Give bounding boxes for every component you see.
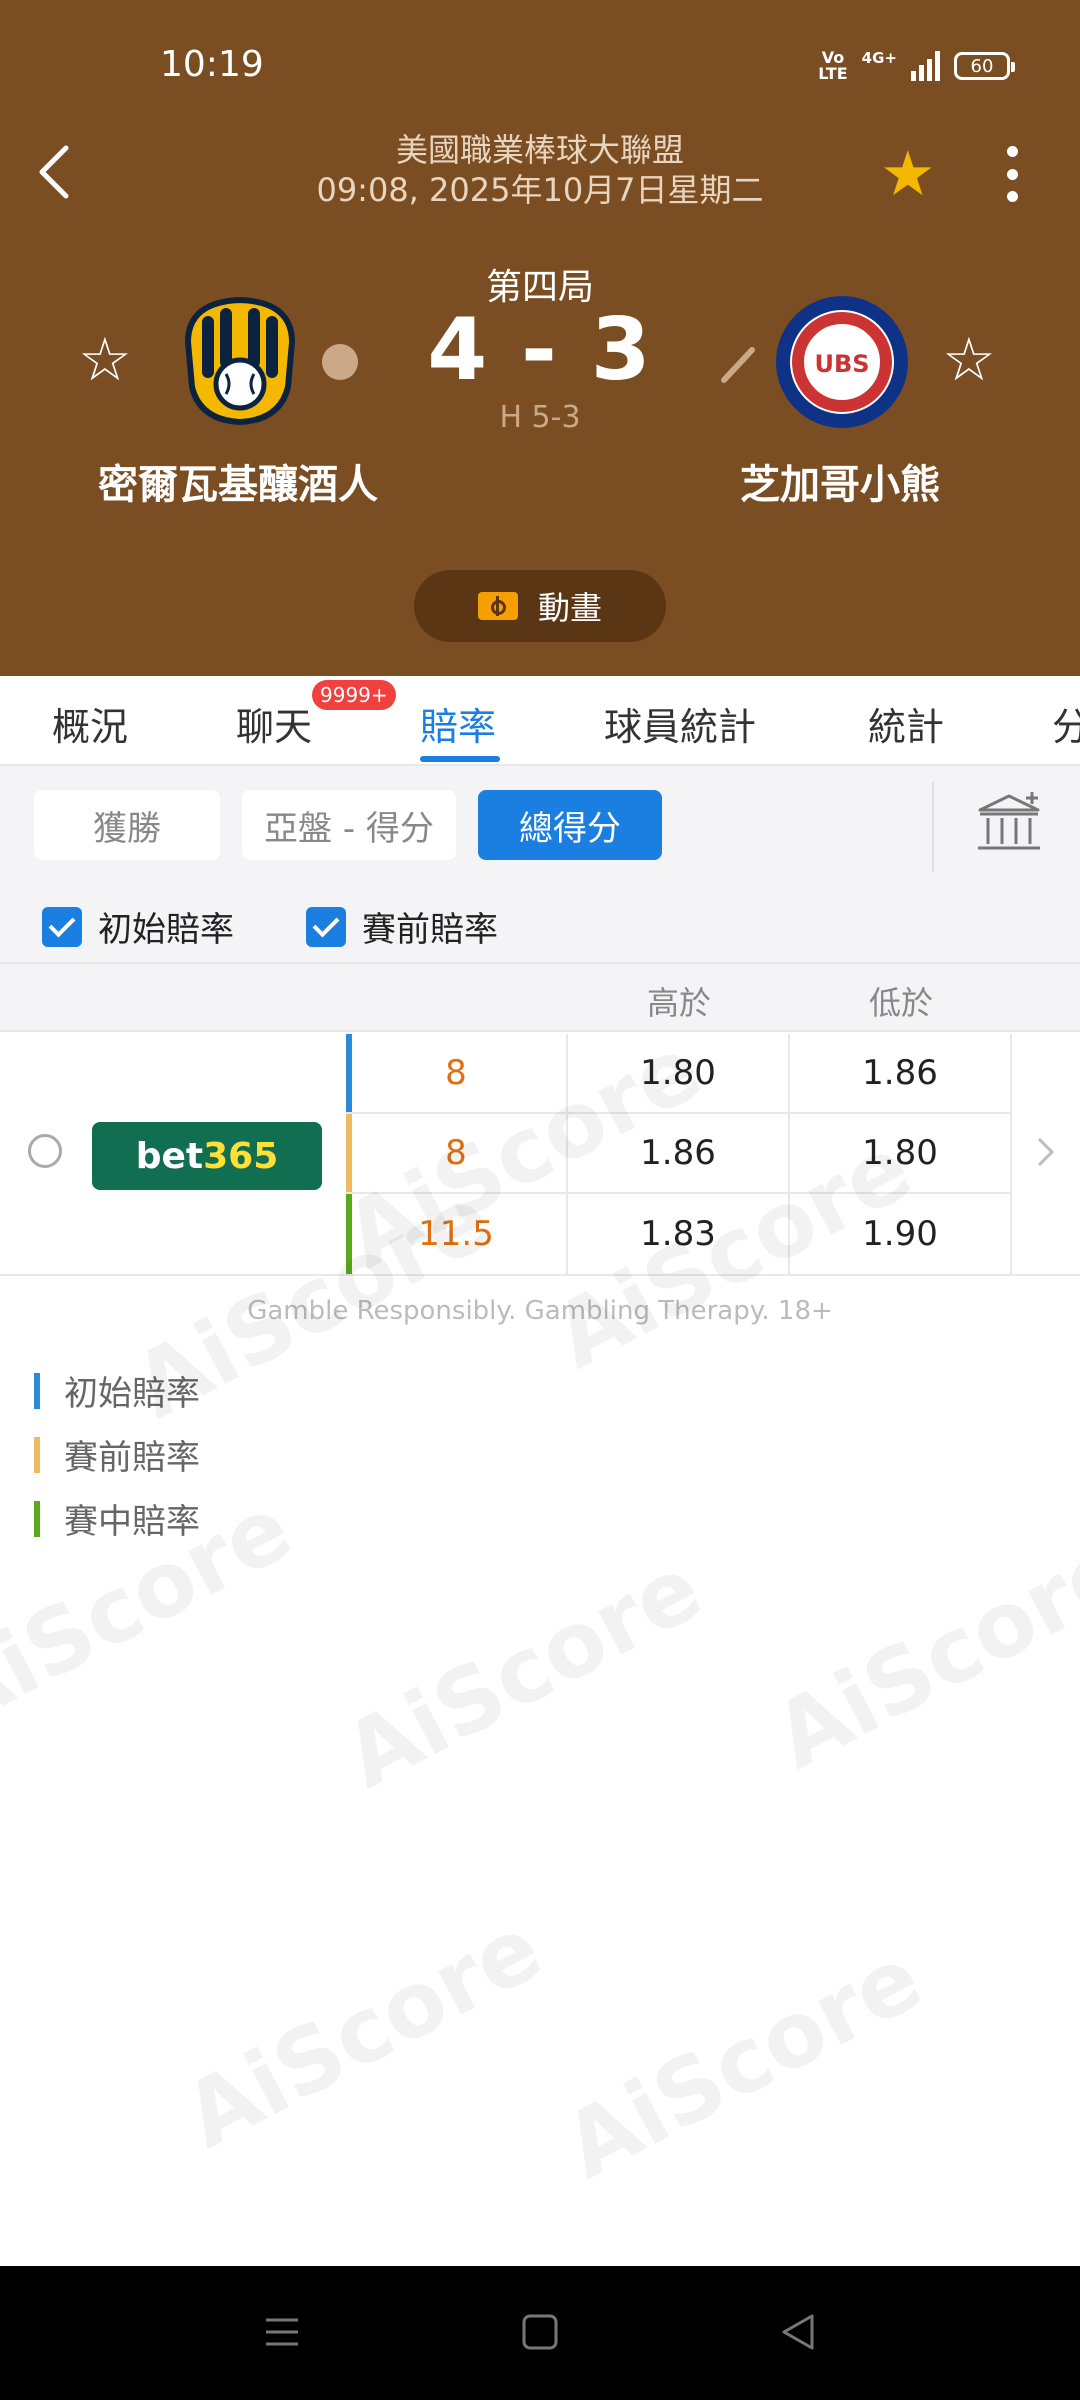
checkbox-label: 初始賠率 <box>98 910 234 950</box>
odds-under: 1.86 <box>790 1034 1012 1114</box>
hits-score: H 5-3 <box>499 400 581 435</box>
chevron-right-icon[interactable] <box>1034 1134 1058 1170</box>
legend-opening: 初始賠率 <box>34 1366 200 1415</box>
odds-filter-area: 獲勝 亞盤 - 得分 總得分 初始賠率 賽前賠率 <box>0 766 1080 962</box>
screen: 10:19 Vo LTE 4G+ 60 美國職業棒球大聯盟 09:08, 2025… <box>0 0 1080 2400</box>
odds-line: 11.5 <box>346 1194 568 1274</box>
watermark: AiScore <box>547 1925 938 2200</box>
svg-text:UBS: UBS <box>814 350 869 378</box>
odds-under: 1.80 <box>790 1114 1012 1194</box>
watermark: AiScore <box>757 1515 1080 1790</box>
bat-icon <box>721 347 755 383</box>
odds-table-body: bet 365 8 1.80 1.86 8 1.86 1.80 11.5 1.83… <box>0 1032 1080 1276</box>
battery-icon: 60 <box>954 52 1015 80</box>
odds-over: 1.83 <box>568 1194 790 1274</box>
checkbox-icon <box>42 906 82 947</box>
batting-indicator-icon <box>322 344 358 380</box>
odds-over: 1.86 <box>568 1114 790 1194</box>
status-icons: Vo LTE 4G+ 60 <box>818 48 1015 83</box>
favorite-star-icon[interactable]: ★ <box>880 143 936 205</box>
follow-home-star-icon[interactable]: ☆ <box>78 330 132 390</box>
league-info: 美國職業棒球大聯盟 09:08, 2025年10月7日星期二 <box>240 130 840 210</box>
column-under: 低於 <box>868 984 933 1022</box>
odds-row[interactable]: 8 1.86 1.80 <box>346 1114 1014 1194</box>
divider <box>932 782 934 872</box>
system-nav-bar <box>0 2266 1080 2400</box>
opening-odds-checkbox[interactable]: 初始賠率 <box>42 902 234 951</box>
brewers-logo <box>184 296 296 426</box>
match-header: 10:19 Vo LTE 4G+ 60 美國職業棒球大聯盟 09:08, 2025… <box>0 0 1080 676</box>
odds-row[interactable]: 11.5 1.83 1.90 <box>346 1194 1014 1274</box>
checkbox-label: 賽前賠率 <box>362 910 498 950</box>
segment-total[interactable]: 總得分 <box>478 790 662 860</box>
more-menu-icon[interactable] <box>1000 146 1024 202</box>
tab-odds[interactable]: 賠率 <box>420 696 496 751</box>
disclaimer: Gamble Responsibly. Gambling Therapy. 18… <box>247 1296 833 1326</box>
legend-pregame: 賽前賠率 <box>34 1430 200 1479</box>
odds-over: 1.80 <box>568 1034 790 1114</box>
chat-badge: 9999+ <box>312 680 396 710</box>
back-icon[interactable] <box>776 2310 820 2354</box>
active-tab-indicator <box>420 756 500 762</box>
tab-overview[interactable]: 概況 <box>52 696 128 751</box>
menu-icon[interactable] <box>260 2310 304 2354</box>
tab-chat[interactable]: 聊天 <box>236 696 312 751</box>
legend-label: 賽中賠率 <box>64 1502 200 1542</box>
volte-icon: Vo LTE <box>818 48 848 83</box>
pregame-odds-checkbox[interactable]: 賽前賠率 <box>306 902 498 951</box>
field-icon <box>477 592 518 620</box>
odds-table-header: 高於 低於 <box>0 962 1080 1032</box>
bookmaker-part1: bet <box>135 1135 204 1177</box>
animation-label: 動畫 <box>537 589 602 627</box>
animation-button[interactable]: 動畫 <box>414 570 666 642</box>
back-arrow-icon[interactable] <box>30 140 80 204</box>
follow-away-star-icon[interactable]: ☆ <box>942 330 996 390</box>
home-team-name: 密爾瓦基釀酒人 <box>98 462 378 508</box>
bank-icon[interactable] <box>974 788 1044 858</box>
bookmaker-part2: 365 <box>203 1135 279 1177</box>
legend-label: 初始賠率 <box>64 1374 200 1414</box>
network-label: 4G+ <box>861 49 897 67</box>
select-radio[interactable] <box>28 1134 62 1168</box>
odds-line: 8 <box>346 1034 568 1114</box>
legend-label: 賽前賠率 <box>64 1438 200 1478</box>
bet365-logo[interactable]: bet 365 <box>92 1122 322 1190</box>
league-name: 美國職業棒球大聯盟 <box>395 131 684 169</box>
cubs-logo: UBS <box>776 296 908 428</box>
signal-icon <box>911 51 940 81</box>
segment-win[interactable]: 獲勝 <box>34 790 220 860</box>
away-team-name: 芝加哥小熊 <box>740 462 940 508</box>
odds-row[interactable]: 8 1.80 1.86 <box>346 1034 1014 1114</box>
status-time: 10:19 <box>160 44 264 85</box>
watermark: AiScore <box>167 1895 558 2170</box>
legend-live: 賽中賠率 <box>34 1494 200 1543</box>
tab-player-stats[interactable]: 球員統計 <box>604 696 756 751</box>
column-over: 高於 <box>646 984 711 1022</box>
score: 4 - 3 <box>427 300 653 400</box>
checkbox-icon <box>306 906 346 947</box>
home-icon[interactable] <box>518 2310 562 2354</box>
watermark: AiScore <box>327 1535 718 1810</box>
match-datetime: 09:08, 2025年10月7日星期二 <box>316 171 764 209</box>
segment-handicap[interactable]: 亞盤 - 得分 <box>242 790 456 860</box>
tab-more[interactable]: 分 <box>1052 696 1080 751</box>
tab-bar: 概況 聊天 賠率 球員統計 統計 分 <box>0 676 1080 766</box>
tab-stats[interactable]: 統計 <box>868 696 944 751</box>
odds-under: 1.90 <box>790 1194 1012 1274</box>
odds-line: 8 <box>346 1114 568 1194</box>
